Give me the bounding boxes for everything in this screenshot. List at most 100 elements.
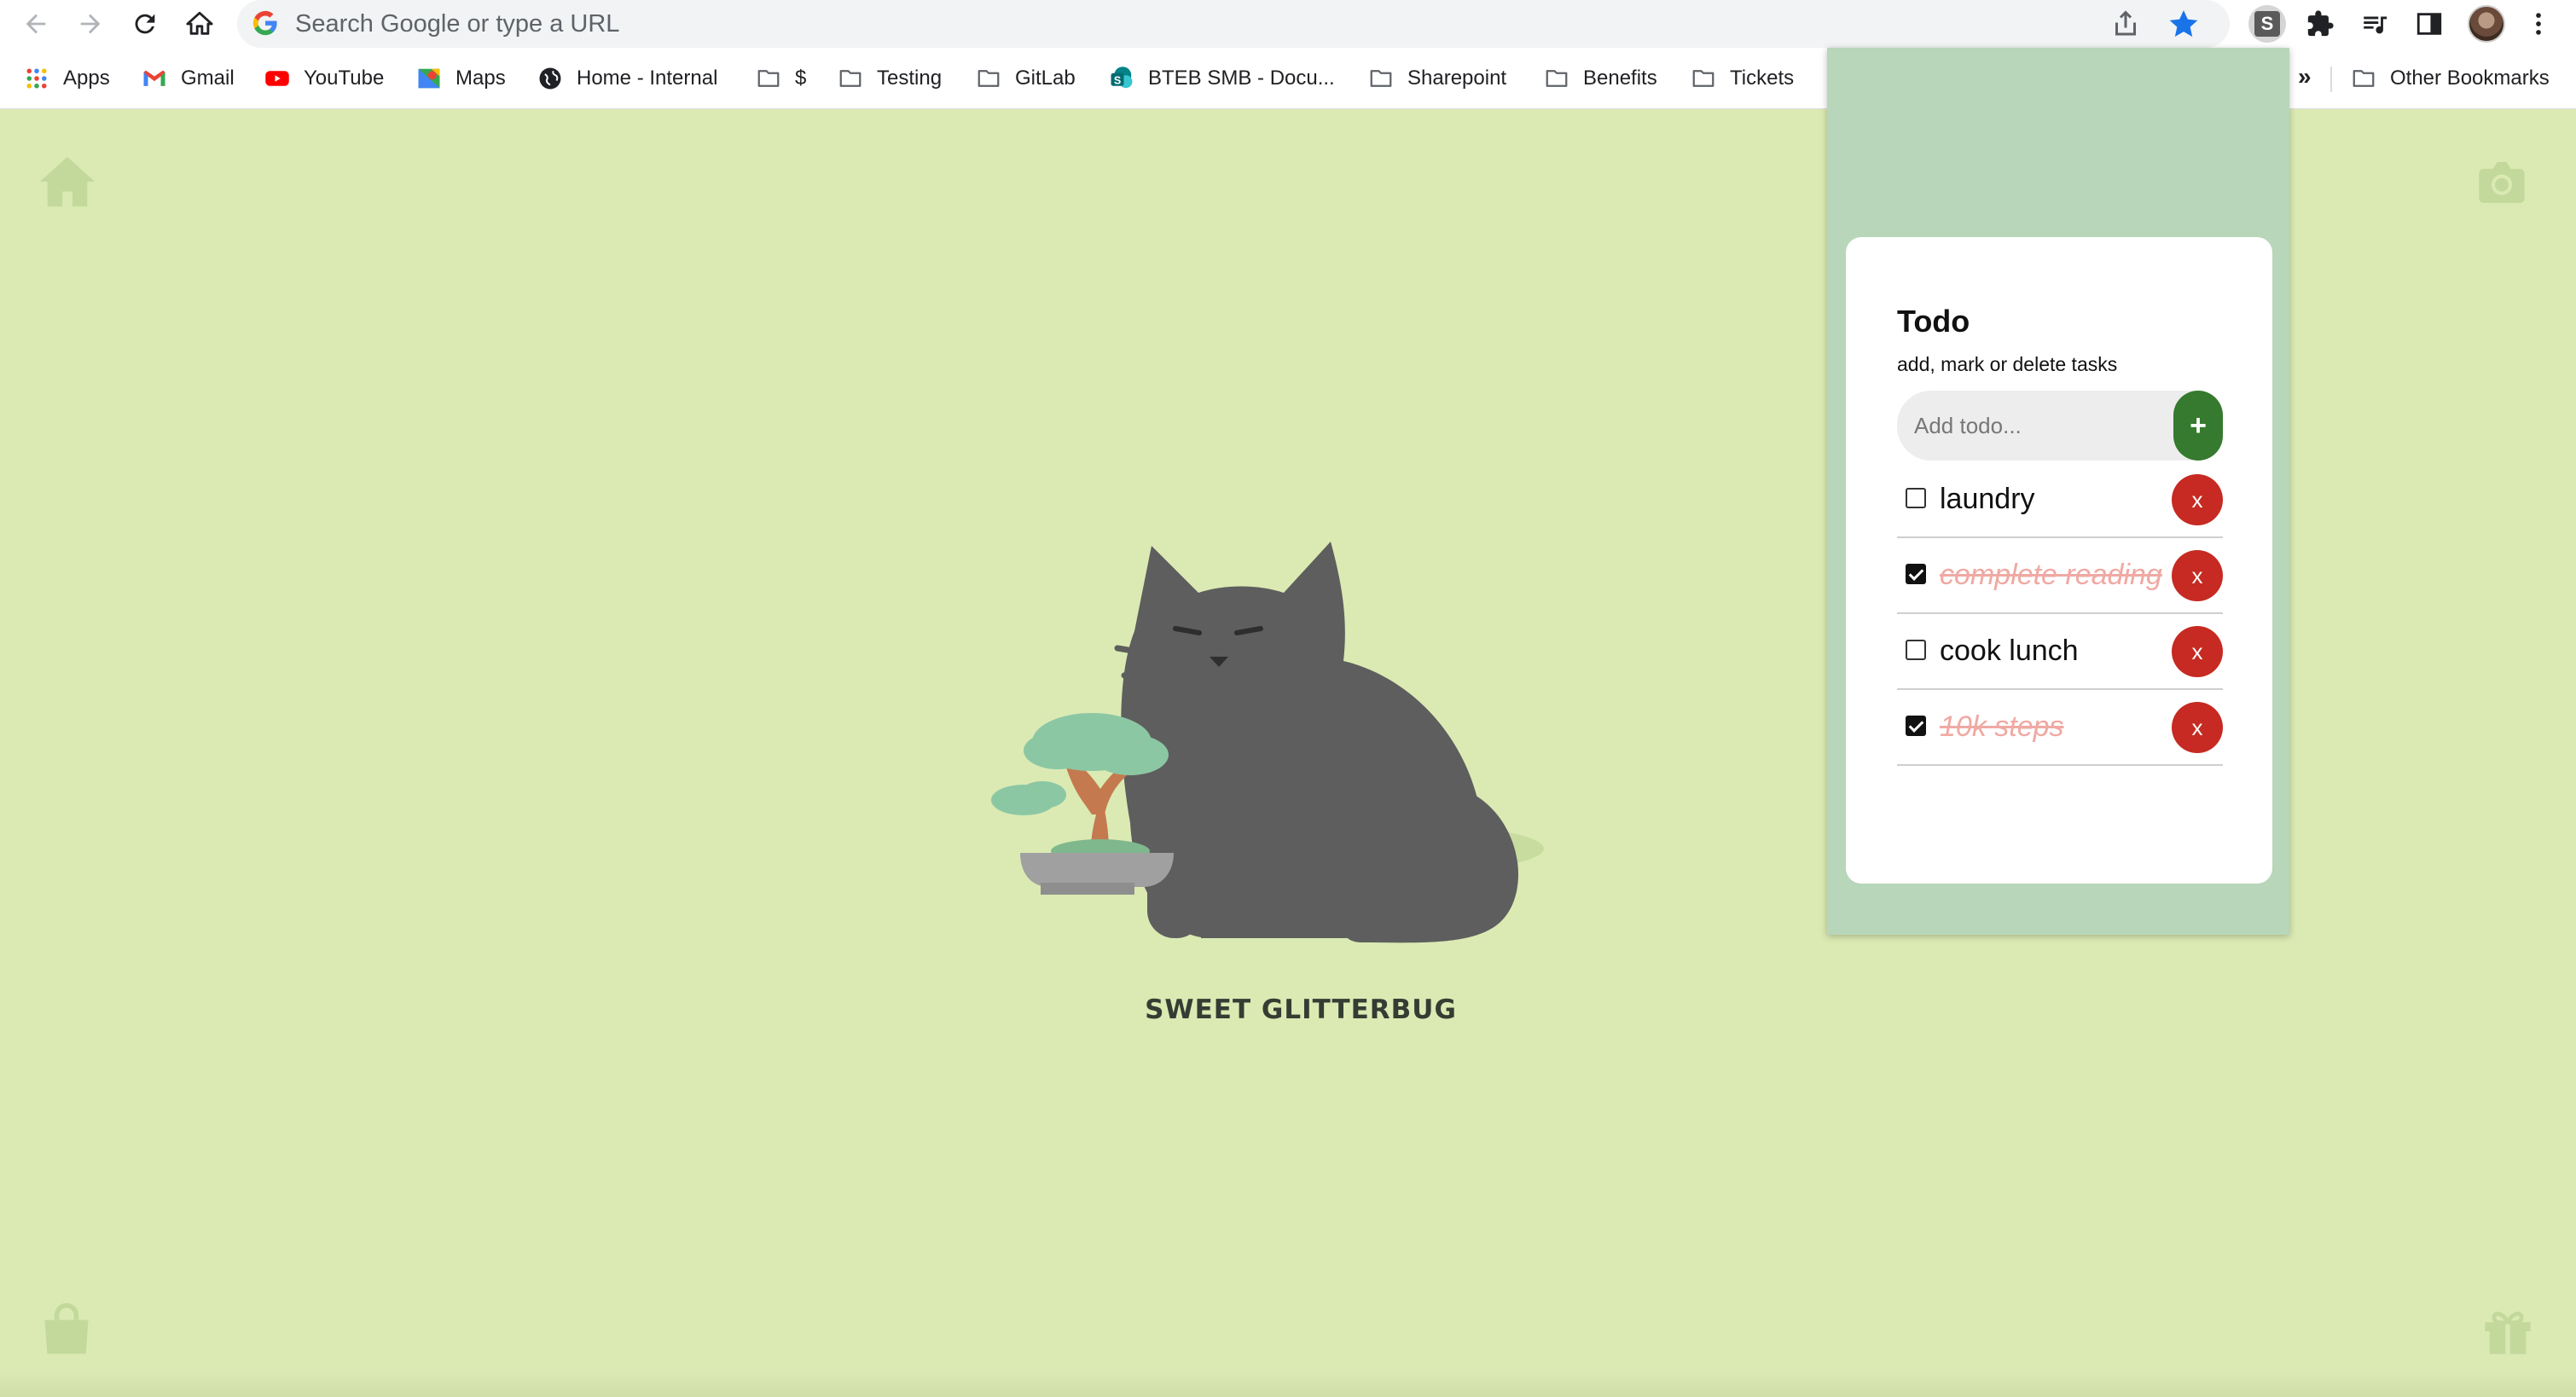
bookmark-label: Gmail xyxy=(181,67,235,90)
todo-text: complete reading xyxy=(1940,559,2162,591)
bookmark-label: Sharepoint xyxy=(1407,67,1507,90)
address-bar-text: Search Google or type a URL xyxy=(295,10,620,38)
extension-s-icon: S xyxy=(2254,11,2280,37)
arrow-left-icon xyxy=(26,14,46,34)
folder-icon xyxy=(1544,66,1569,91)
bookmark-star-icon[interactable] xyxy=(2167,7,2201,41)
bookmark-youtube[interactable]: YouTube xyxy=(264,65,384,92)
bookmark-label: Other Bookmarks xyxy=(2390,67,2550,90)
svg-text:S: S xyxy=(1114,74,1121,86)
delete-todo-button[interactable]: x xyxy=(2172,702,2223,753)
cat-paw-gap xyxy=(1201,870,1223,938)
add-todo-input[interactable] xyxy=(1914,409,2161,442)
bookmark-folder-benefits[interactable]: Benefits xyxy=(1544,65,1657,92)
pet-name: SWEET GLITTERBUG xyxy=(1145,994,1457,1025)
bookmark-folder-gitlab[interactable]: GitLab xyxy=(976,65,1076,92)
bookmark-folder-dollar[interactable]: $ xyxy=(756,65,806,92)
bookmark-bteb-smb[interactable]: S BTEB SMB - Docu... xyxy=(1109,65,1335,92)
todo-item: cook lunch x xyxy=(1897,614,2223,690)
home-nav-icon[interactable] xyxy=(38,152,97,212)
todo-list: laundry x complete reading x cook lunch … xyxy=(1897,462,2223,766)
bookmark-label: Benefits xyxy=(1583,67,1657,90)
folder-icon xyxy=(2351,66,2376,91)
extension-popup: Todo add, mark or delete tasks + laundry… xyxy=(1827,48,2289,935)
todo-item: laundry x xyxy=(1897,462,2223,538)
folder-icon xyxy=(838,66,863,91)
google-icon xyxy=(252,10,277,36)
bookmarks-divider xyxy=(2330,67,2332,92)
apps-grid-icon xyxy=(24,66,49,91)
todo-title: Todo xyxy=(1897,304,1970,339)
bottom-shade xyxy=(0,1371,2576,1397)
bookmark-home-internal[interactable]: Home - Internal xyxy=(537,65,717,92)
more-vertical-icon xyxy=(2536,13,2541,35)
forward-button[interactable] xyxy=(72,5,109,43)
bookmark-maps[interactable]: Maps xyxy=(416,65,506,92)
camera-icon[interactable] xyxy=(2470,155,2533,210)
shopping-bag-icon[interactable] xyxy=(38,1298,96,1361)
cat-illustration xyxy=(1121,542,1518,943)
todo-checkbox[interactable] xyxy=(1906,640,1926,660)
bookmark-label: $ xyxy=(795,67,807,90)
chrome-menu-button[interactable] xyxy=(2520,5,2557,43)
gmail-icon xyxy=(142,66,167,91)
bookmark-folder-tickets[interactable]: Tickets xyxy=(1691,65,1794,92)
add-todo-button[interactable]: + xyxy=(2173,391,2223,461)
todo-item: complete reading x xyxy=(1897,538,2223,614)
maps-icon xyxy=(416,66,442,91)
bookmark-gmail[interactable]: Gmail xyxy=(142,65,235,92)
folder-icon xyxy=(976,66,1001,91)
extensions-button[interactable] xyxy=(2301,5,2339,43)
todo-item: 10k steps x xyxy=(1897,690,2223,766)
todo-card: Todo add, mark or delete tasks + laundry… xyxy=(1846,237,2272,884)
bookmarks-overflow-button[interactable]: » xyxy=(2298,63,2312,90)
bookmark-label: YouTube xyxy=(304,67,385,90)
address-bar[interactable]: Search Google or type a URL xyxy=(237,0,2230,48)
bookmark-label: Home - Internal xyxy=(577,67,718,90)
add-todo-row: + xyxy=(1897,391,2223,461)
media-queue-icon xyxy=(2364,16,2387,34)
home-icon xyxy=(186,11,213,35)
folder-icon xyxy=(756,66,781,91)
delete-todo-button[interactable]: x xyxy=(2172,474,2223,525)
bookmark-label: Maps xyxy=(455,67,506,90)
pet-scene[interactable] xyxy=(972,495,1552,955)
delete-todo-button[interactable]: x xyxy=(2172,550,2223,601)
todo-text: laundry xyxy=(1940,483,2035,515)
home-button[interactable] xyxy=(181,5,218,43)
reload-icon xyxy=(135,14,155,34)
side-panel-button[interactable] xyxy=(2411,5,2448,43)
todo-text: 10k steps xyxy=(1940,710,2064,743)
bookmark-label: Apps xyxy=(63,67,110,90)
bookmark-folder-testing[interactable]: Testing xyxy=(838,65,942,92)
reload-button[interactable] xyxy=(126,5,164,43)
profile-avatar[interactable] xyxy=(2468,5,2505,43)
todo-checkbox[interactable] xyxy=(1906,488,1926,508)
todo-text: cook lunch xyxy=(1940,635,2079,667)
sharepoint-icon: S xyxy=(1109,66,1134,91)
bookmark-label: Testing xyxy=(877,67,943,90)
bookmark-apps[interactable]: Apps xyxy=(24,65,110,92)
arrow-right-icon xyxy=(80,14,101,34)
bookmark-folder-sharepoint[interactable]: Sharepoint xyxy=(1368,65,1506,92)
bookmark-label: Tickets xyxy=(1730,67,1795,90)
back-button[interactable] xyxy=(17,5,55,43)
side-panel-icon xyxy=(2416,13,2442,35)
globe-icon xyxy=(537,66,563,91)
folder-icon xyxy=(1368,66,1394,91)
youtube-icon xyxy=(264,66,290,91)
browser-toolbar: Search Google or type a URL S xyxy=(0,0,2576,48)
share-icon[interactable] xyxy=(2110,9,2141,39)
media-button[interactable] xyxy=(2356,5,2393,43)
bookmark-label: GitLab xyxy=(1015,67,1076,90)
delete-todo-button[interactable]: x xyxy=(2172,626,2223,677)
bookmark-label: BTEB SMB - Docu... xyxy=(1148,67,1335,90)
todo-checkbox[interactable] xyxy=(1906,716,1926,736)
todo-checkbox[interactable] xyxy=(1906,564,1926,584)
todo-subtitle: add, mark or delete tasks xyxy=(1897,353,2118,375)
extension-s-button[interactable]: S xyxy=(2248,5,2286,43)
gift-icon[interactable] xyxy=(2480,1301,2535,1361)
puzzle-icon xyxy=(2307,10,2334,37)
bookmark-other-bookmarks[interactable]: Other Bookmarks xyxy=(2351,65,2550,92)
folder-icon xyxy=(1691,66,1716,91)
